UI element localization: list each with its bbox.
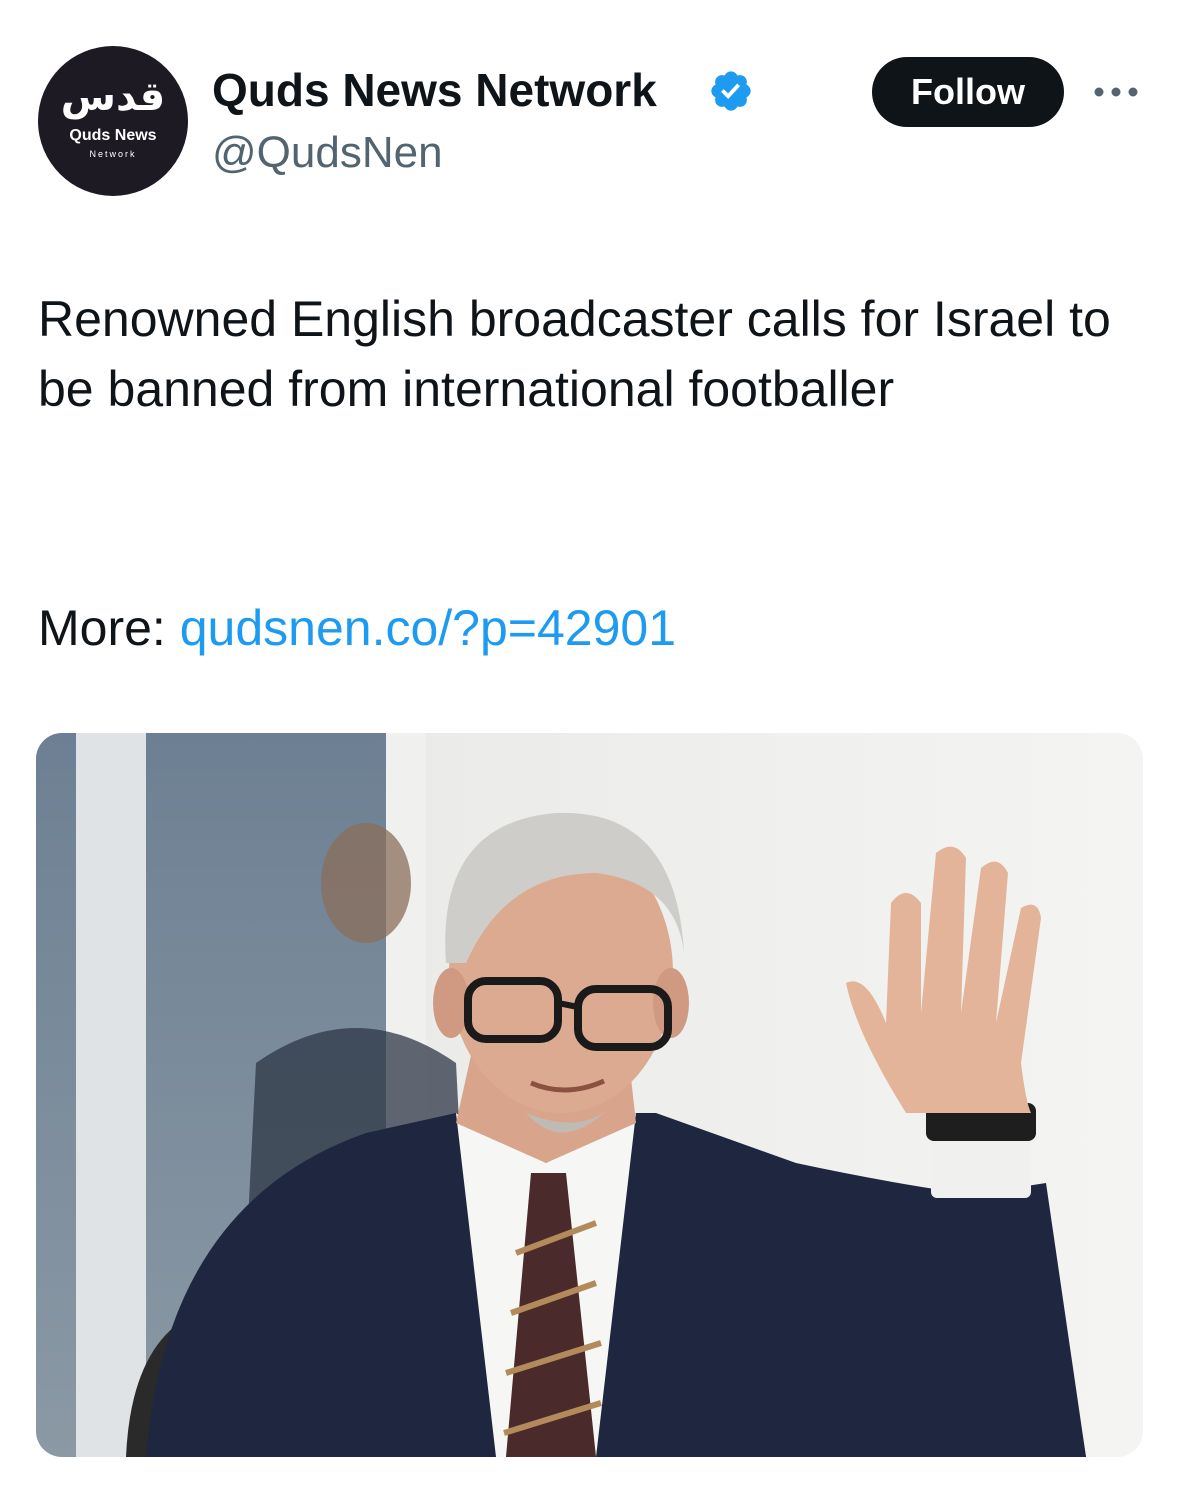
account-handle[interactable]: @QudsNen <box>212 126 443 180</box>
more-horizontal-icon[interactable] <box>1092 84 1140 100</box>
photo-illustration <box>36 733 1143 1457</box>
display-name[interactable]: Quds News Network <box>212 62 657 118</box>
verified-badge-icon <box>711 71 751 111</box>
profile-avatar[interactable]: قدس Quds News Network <box>38 46 188 196</box>
article-link[interactable]: qudsnen.co/?p=42901 <box>180 600 676 656</box>
more-line: More: qudsnen.co/?p=42901 <box>38 593 676 663</box>
avatar-logo-arabic: قدس <box>60 74 166 120</box>
avatar-logo-name: Quds News <box>69 127 157 144</box>
follow-button[interactable]: Follow <box>872 57 1064 127</box>
tweet-text: Renowned English broadcaster calls for I… <box>38 291 1111 417</box>
tweet-photo[interactable] <box>36 733 1143 1457</box>
more-label: More: <box>38 600 166 656</box>
avatar-logo-subtitle: Network <box>89 149 137 159</box>
